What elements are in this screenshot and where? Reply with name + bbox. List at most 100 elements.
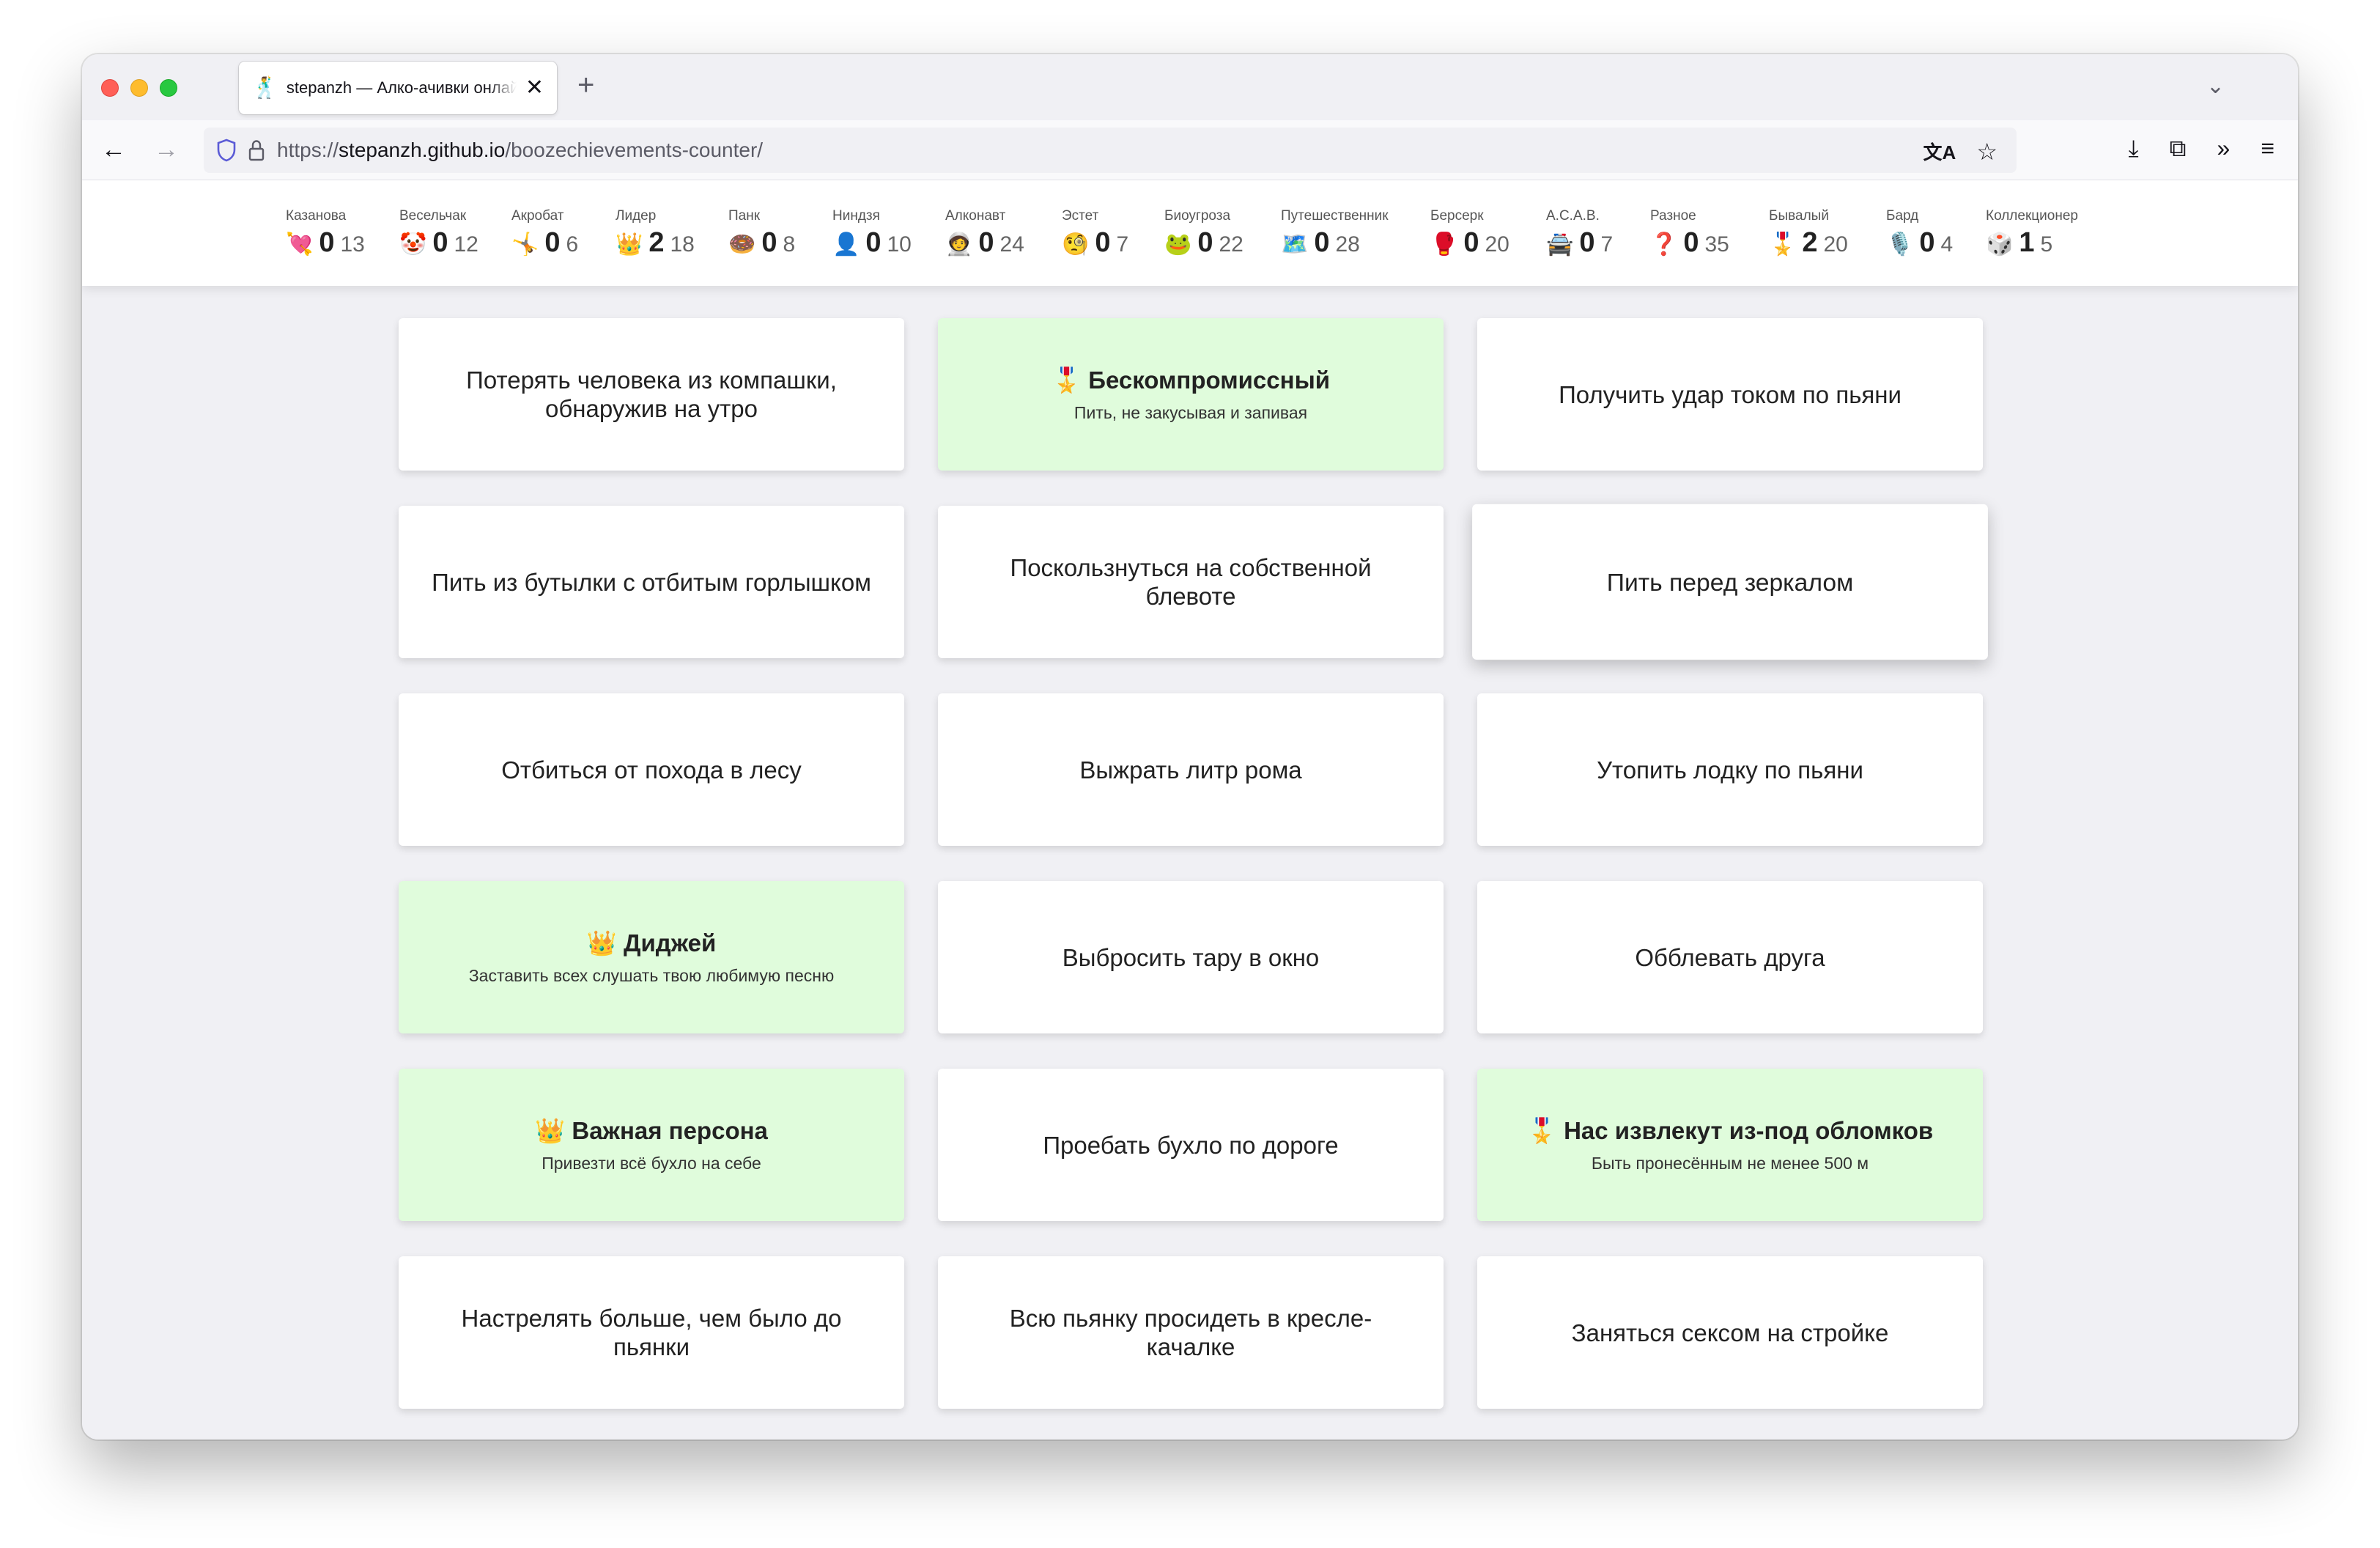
achievement-card[interactable]: Потерять человека из компашки, обнаружив… — [399, 318, 904, 471]
category-stat[interactable]: Коллекционер 🎲 1 5 — [1986, 208, 2078, 259]
achievement-card[interactable]: Отбиться от похода в лесу — [399, 693, 904, 846]
download-icon[interactable]: ⤓ — [2129, 135, 2139, 163]
category-counts: 🎖️ 2 20 — [1769, 227, 1848, 259]
category-stat[interactable]: Путешественник 🗺️ 0 28 — [1281, 208, 1389, 259]
category-earned-count: 0 — [865, 227, 882, 258]
achievement-text: Пить из бутылки с отбитым горлышком — [432, 568, 871, 596]
category-earned-count: 0 — [1095, 227, 1111, 258]
achievement-card[interactable]: Получить удар током по пьяни — [1477, 318, 1983, 471]
achievement-card[interactable]: Пить перед зеркалом — [1472, 504, 1988, 660]
new-tab-button[interactable]: + — [577, 70, 594, 100]
category-stat[interactable]: Весельчак 🤡 0 12 — [399, 208, 478, 259]
achievement-description: Быть пронесённым не менее 500 м — [1591, 1154, 1869, 1173]
category-name: A.C.A.B. — [1546, 208, 1600, 224]
category-stat[interactable]: Биоугроза 🐸 0 22 — [1164, 208, 1243, 259]
category-total-count: 5 — [2040, 232, 2053, 257]
zoom-window-button[interactable] — [160, 79, 177, 97]
achievement-text: Проебать бухло по дороге — [1043, 1131, 1339, 1159]
category-stat[interactable]: Эстет 🧐 0 7 — [1062, 208, 1128, 259]
achievement-text: Потерять человека из компашки, обнаружив… — [466, 366, 837, 422]
category-name: Берсерк — [1430, 208, 1484, 224]
category-name: Коллекционер — [1986, 208, 2078, 224]
category-stat[interactable]: Разное ❓ 0 35 — [1650, 208, 1729, 259]
chevron-down-icon[interactable]: ⌄ — [2206, 73, 2225, 99]
category-stat[interactable]: Казанова 💘 0 13 — [286, 208, 365, 259]
category-total-count: 18 — [670, 232, 695, 257]
achievement-card[interactable]: Проебать бухло по дороге — [938, 1069, 1444, 1221]
category-name: Панк — [728, 208, 761, 224]
achievement-medal-icon: 👑 — [535, 1117, 566, 1144]
achievement-description: Заставить всех слушать твою любимую песн… — [468, 966, 835, 985]
category-stat[interactable]: Лидер 👑 2 18 — [616, 208, 695, 259]
achievement-text: Настрелять больше, чем было до пьянки — [461, 1305, 842, 1360]
category-name: Биоугроза — [1164, 208, 1231, 224]
category-counts: 🎲 1 5 — [1986, 227, 2078, 259]
overflow-chevrons-icon[interactable]: » — [2217, 135, 2231, 163]
achievement-card[interactable]: Выбросить тару в окно — [938, 881, 1444, 1033]
category-counts: 🧐 0 7 — [1062, 227, 1128, 259]
achievement-card[interactable]: Всю пьянку просидеть в кресле-качалке — [938, 1256, 1444, 1409]
category-stat[interactable]: Акробат 🤸 0 6 — [511, 208, 578, 259]
category-emoji-icon: 👑 — [616, 232, 643, 257]
achievement-card-earned[interactable]: 👑 Важная персона Привезти всё бухло на се… — [399, 1069, 904, 1221]
achievement-card-earned[interactable]: 🎖️ Нас извлекут из-под обломков Быть прон… — [1477, 1069, 1983, 1221]
category-total-count: 12 — [454, 232, 478, 257]
achievement-title: Диджей — [623, 929, 717, 957]
close-window-button[interactable] — [101, 79, 119, 97]
url-path: /boozechievements-counter/ — [505, 139, 764, 161]
achievement-card[interactable]: Утопить лодку по пьяни — [1477, 693, 1983, 846]
category-earned-count: 0 — [1314, 227, 1330, 258]
category-stat[interactable]: Панк 🍩 0 8 — [728, 208, 795, 259]
category-counts: 🤸 0 6 — [511, 227, 578, 259]
category-earned-count: 0 — [978, 227, 994, 258]
category-stat[interactable]: Бывалый 🎖️ 2 20 — [1769, 208, 1848, 259]
achievement-card[interactable]: Пить из бутылки с отбитым горлышком — [399, 506, 904, 658]
category-earned-count: 0 — [1463, 227, 1479, 258]
tab-active[interactable]: 🕺 stepanzh — Алко-ачивки онлайн ✕ — [239, 62, 557, 114]
category-emoji-icon: 🗺️ — [1281, 232, 1309, 257]
forward-button[interactable]: → — [154, 135, 179, 164]
category-total-count: 35 — [1704, 232, 1729, 257]
url-text[interactable]: https://stepanzh.github.io/boozechieveme… — [277, 139, 763, 162]
category-total-count: 8 — [783, 232, 796, 257]
category-earned-count: 1 — [2019, 227, 2035, 258]
category-counts: 🥊 0 20 — [1430, 227, 1509, 259]
category-emoji-icon: 🎖️ — [1769, 232, 1797, 257]
url-bar[interactable]: https://stepanzh.github.io/boozechieveme… — [204, 128, 2017, 173]
url-prefix: https:// — [277, 139, 339, 161]
category-name: Весельчак — [399, 208, 467, 224]
url-actions: 文A ☆ — [1923, 138, 1998, 166]
category-total-count: 24 — [999, 232, 1024, 257]
category-earned-count: 0 — [761, 227, 777, 258]
achievement-card[interactable]: Заняться сексом на стройке — [1477, 1256, 1983, 1409]
shield-icon[interactable] — [217, 139, 236, 162]
category-counts: 🧑‍🚀 0 24 — [945, 227, 1024, 259]
lock-icon[interactable] — [248, 139, 265, 162]
close-tab-icon[interactable]: ✕ — [525, 77, 544, 99]
achievement-card[interactable]: Поскользнуться на собственной блевоте — [938, 506, 1444, 658]
hamburger-menu-icon[interactable]: ≡ — [2261, 135, 2274, 163]
achievement-card[interactable]: Настрелять больше, чем было до пьянки — [399, 1256, 904, 1409]
achievement-card[interactable]: Обблевать друга — [1477, 881, 1983, 1033]
achievement-card-earned[interactable]: 🎖️ Бескомпромиссный Пить, не закусывая и … — [938, 318, 1444, 471]
extensions-icon[interactable]: ⧉ — [2170, 135, 2187, 163]
bookmark-star-icon[interactable]: ☆ — [1976, 138, 1998, 166]
category-stat[interactable]: Алконавт 🧑‍🚀 0 24 — [945, 208, 1024, 259]
translate-icon[interactable]: 文A — [1923, 138, 1956, 166]
category-earned-count: 2 — [1802, 227, 1818, 258]
back-button[interactable]: ← — [101, 135, 126, 164]
achievement-card[interactable]: Выжрать литр рома — [938, 693, 1444, 846]
category-stat[interactable]: A.C.A.B. 🚔 0 7 — [1546, 208, 1613, 259]
achievement-card-earned[interactable]: 👑 Диджей Заставить всех слушать твою люби… — [399, 881, 904, 1033]
category-total-count: 7 — [1600, 232, 1614, 257]
minimize-window-button[interactable] — [130, 79, 148, 97]
category-stat[interactable]: Берсерк 🥊 0 20 — [1430, 208, 1509, 259]
category-emoji-icon: 🤸 — [511, 232, 539, 257]
achievement-title-line: 🎖️ Бескомпромиссный — [1052, 366, 1330, 395]
category-emoji-icon: 🧑‍🚀 — [945, 232, 973, 257]
category-stat[interactable]: Ниндзя 👤 0 10 — [832, 208, 912, 259]
achievement-title-line: 👑 Диджей — [587, 929, 717, 958]
category-name: Разное — [1650, 208, 1696, 224]
category-stat[interactable]: Бард 🎙️ 0 4 — [1886, 208, 1953, 259]
category-counts: 🤡 0 12 — [399, 227, 478, 259]
